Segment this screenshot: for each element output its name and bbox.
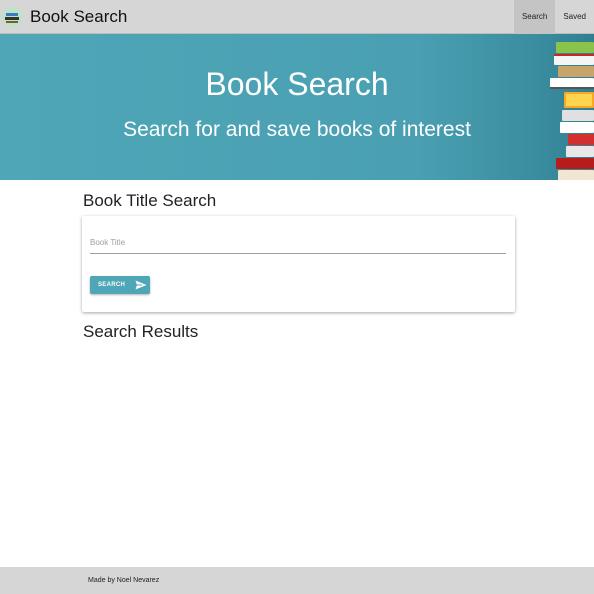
nav-link-saved[interactable]: Saved [555, 0, 594, 34]
footer: Made by Noel Nevarez [0, 567, 594, 594]
search-button[interactable]: SEARCH [90, 276, 150, 294]
brand-title[interactable]: Book Search [30, 7, 127, 27]
hero-subtitle: Search for and save books of interest [123, 118, 471, 141]
hero-title: Book Search [205, 66, 389, 102]
footer-credit: Made by Noel Nevarez [88, 577, 160, 584]
book-title-input[interactable] [90, 232, 506, 253]
nav-link-search[interactable]: Search [513, 0, 556, 34]
search-card: SEARCH [82, 216, 515, 312]
send-icon [135, 280, 147, 290]
nav-links: Search Saved [513, 0, 594, 34]
search-section-title: Book Title Search [83, 191, 217, 210]
book-logo-icon [2, 6, 22, 27]
results-section-title: Search Results [83, 322, 199, 341]
top-navbar: Book Search Search Saved [0, 0, 594, 34]
search-button-label: SEARCH [98, 282, 126, 288]
books-stack-illustration [548, 34, 594, 180]
brand[interactable]: Book Search [0, 0, 127, 34]
hero-banner: Book Search Search for and save books of… [0, 34, 594, 180]
book-title-field [90, 232, 506, 254]
